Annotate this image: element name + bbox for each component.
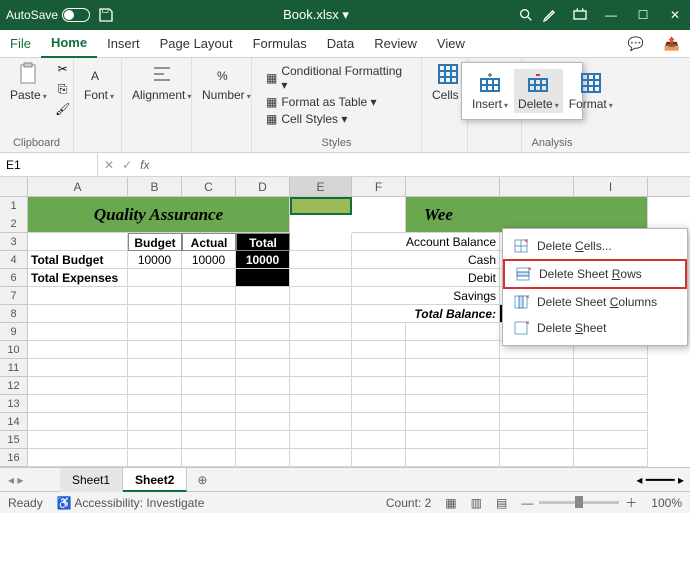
- cancel-formula-icon[interactable]: ✕: [104, 158, 114, 172]
- clipboard-label: Clipboard: [6, 136, 67, 150]
- add-sheet-button[interactable]: ⊕: [187, 473, 217, 487]
- accessibility-status[interactable]: ♿ Accessibility: Investigate: [57, 496, 205, 510]
- sheet-tabs: ◂ ▸ Sheet1 Sheet2 ⊕ ◂ ━━━━ ▸: [0, 467, 690, 491]
- menu-review[interactable]: Review: [364, 30, 427, 58]
- format-as-table-button[interactable]: ▦Format as Table ▾: [266, 95, 407, 109]
- col-header[interactable]: [406, 177, 500, 196]
- col-header[interactable]: D: [236, 177, 290, 196]
- zoom-level[interactable]: 100%: [651, 496, 682, 510]
- toggle-icon: [62, 8, 90, 22]
- delete-sheet-rows-item[interactable]: Delete Sheet Rows: [503, 259, 687, 289]
- menu-page-layout[interactable]: Page Layout: [150, 30, 243, 58]
- maximize-button[interactable]: ☐: [634, 6, 652, 24]
- pen-icon[interactable]: [542, 7, 558, 23]
- title-bar: AutoSave Book.xlsx ▾ — ☐ ✕: [0, 0, 690, 30]
- tab-sheet1[interactable]: Sheet1: [60, 468, 123, 492]
- col-header[interactable]: A: [28, 177, 128, 196]
- svg-text:%: %: [217, 69, 228, 83]
- view-normal-icon[interactable]: ▦: [445, 496, 456, 510]
- col-header[interactable]: [500, 177, 574, 196]
- conditional-formatting-button[interactable]: ▦Conditional Formatting ▾: [266, 64, 407, 92]
- zoom-slider[interactable]: — ＋: [521, 494, 637, 511]
- menu-view[interactable]: View: [427, 30, 475, 58]
- col-header[interactable]: C: [182, 177, 236, 196]
- horizontal-scrollbar[interactable]: ◂ ━━━━ ▸: [217, 473, 690, 487]
- insert-cells-button[interactable]: Insert: [468, 69, 512, 113]
- col-header[interactable]: I: [574, 177, 648, 196]
- delete-sheet-item[interactable]: Delete Sheet: [503, 315, 687, 341]
- minimize-button[interactable]: —: [602, 6, 620, 24]
- status-ready: Ready: [8, 496, 43, 510]
- font-label: Font: [84, 88, 114, 102]
- tab-sheet2[interactable]: Sheet2: [123, 468, 187, 492]
- delete-menu: Delete Cells... Delete Sheet Rows Delete…: [502, 228, 688, 346]
- close-button[interactable]: ✕: [666, 6, 684, 24]
- comments-icon[interactable]: 💬: [618, 30, 654, 58]
- cells-dropdown: Insert Delete Format: [461, 62, 583, 120]
- styles-label: Styles: [258, 136, 415, 150]
- number-label: Number: [202, 88, 251, 102]
- format-painter-icon[interactable]: 🖌: [53, 100, 73, 118]
- view-break-icon[interactable]: ▤: [496, 496, 507, 510]
- fx-icon[interactable]: fx: [140, 158, 149, 172]
- col-header[interactable]: B: [128, 177, 182, 196]
- number-button[interactable]: % Number: [198, 60, 255, 104]
- col-header[interactable]: E: [290, 177, 352, 196]
- banner-qa: Quality Assurance: [28, 197, 290, 233]
- delete-cells-button[interactable]: Delete: [514, 69, 563, 113]
- search-icon[interactable]: [518, 7, 534, 23]
- col-header[interactable]: F: [352, 177, 406, 196]
- formula-bar: E1 ✕ ✓ fx: [0, 153, 690, 177]
- copy-icon[interactable]: ⎘: [53, 80, 73, 98]
- ribbon-options-icon[interactable]: [572, 7, 588, 23]
- file-name[interactable]: Book.xlsx ▾: [122, 7, 510, 23]
- enter-formula-icon[interactable]: ✓: [122, 158, 132, 172]
- select-all-corner[interactable]: [0, 177, 28, 196]
- menu-file[interactable]: File: [0, 30, 41, 58]
- autosave-label: AutoSave: [6, 8, 58, 22]
- view-page-icon[interactable]: ▥: [471, 496, 482, 510]
- name-box[interactable]: E1: [0, 153, 98, 177]
- cell-styles-button[interactable]: ▦Cell Styles ▾: [266, 112, 407, 126]
- delete-cells-item[interactable]: Delete Cells...: [503, 233, 687, 259]
- cut-icon[interactable]: ✂: [53, 60, 73, 78]
- count-status: Count: 2: [386, 496, 431, 510]
- alignment-button[interactable]: Alignment: [128, 60, 195, 104]
- share-icon[interactable]: 📤: [654, 30, 690, 58]
- delete-sheet-columns-item[interactable]: Delete Sheet Columns: [503, 289, 687, 315]
- paste-button[interactable]: Paste: [6, 60, 51, 104]
- menu-bar: File Home Insert Page Layout Formulas Da…: [0, 30, 690, 58]
- menu-formulas[interactable]: Formulas: [243, 30, 317, 58]
- paste-label: Paste: [10, 88, 47, 102]
- selected-cell[interactable]: [290, 197, 352, 215]
- autosave-toggle[interactable]: AutoSave: [6, 8, 90, 22]
- status-bar: Ready ♿ Accessibility: Investigate Count…: [0, 491, 690, 513]
- menu-data[interactable]: Data: [317, 30, 364, 58]
- font-button[interactable]: A Font: [80, 60, 118, 104]
- alignment-label: Alignment: [132, 88, 191, 102]
- tab-nav[interactable]: ◂ ▸: [0, 473, 60, 487]
- menu-insert[interactable]: Insert: [97, 30, 150, 58]
- svg-text:A: A: [91, 69, 99, 83]
- menu-home[interactable]: Home: [41, 30, 97, 58]
- analysis-label: Analysis: [528, 136, 576, 150]
- cells-label: Cells: [432, 88, 465, 102]
- format-cells-button[interactable]: Format: [565, 69, 617, 113]
- save-icon[interactable]: [98, 7, 114, 23]
